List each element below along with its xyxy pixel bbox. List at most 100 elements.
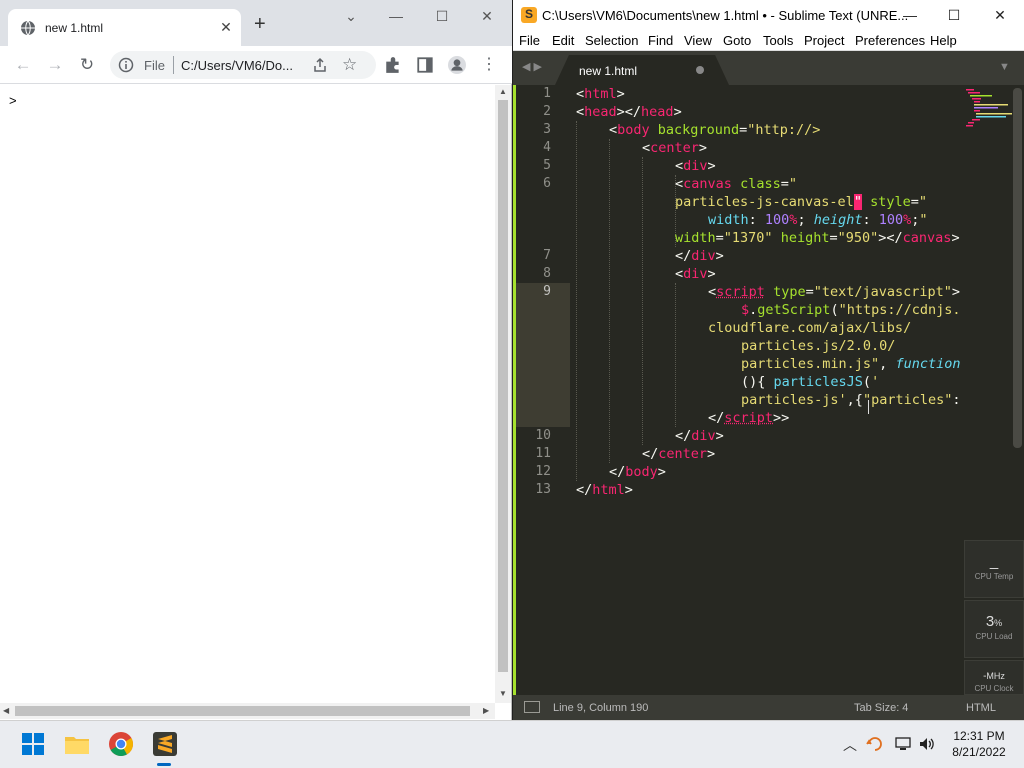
chrome-menu-icon[interactable]: ⋮ <box>479 55 499 75</box>
menu-selection[interactable]: Selection <box>585 33 638 48</box>
new-tab-icon[interactable]: + <box>254 14 266 34</box>
tab-size-selector[interactable]: Tab Size: 4 <box>854 702 908 714</box>
sublime-window-title: C:\Users\VM6\Documents\new 1.html • - Su… <box>542 8 909 23</box>
code-line[interactable]: width="1370" height="950"></canvas> <box>675 230 960 246</box>
windows-start-icon[interactable] <box>18 729 48 759</box>
tab-scroll-arrows-icon[interactable]: ◀▶ <box>522 60 545 73</box>
code-line[interactable]: <body background="http://> <box>609 122 820 138</box>
line-number: 2 <box>543 104 551 119</box>
scroll-left-icon[interactable]: ◀ <box>3 706 9 715</box>
code-line[interactable]: <html> <box>576 86 625 102</box>
line-number: 7 <box>543 248 551 263</box>
chrome-taskbar-icon[interactable] <box>106 729 136 759</box>
address-bar[interactable]: File C:/Users/VM6/Do... ☆ <box>110 51 376 79</box>
code-line[interactable]: particles-js',{"particles": <box>741 392 960 408</box>
menu-view[interactable]: View <box>684 33 712 48</box>
code-line[interactable]: </div> <box>675 248 724 264</box>
menu-project[interactable]: Project <box>804 33 844 48</box>
code-line[interactable]: cloudflare.com/ajax/libs/ <box>708 320 911 336</box>
menu-edit[interactable]: Edit <box>552 33 574 48</box>
code-line[interactable]: <head></head> <box>576 104 682 120</box>
indent-guide <box>642 157 643 445</box>
menu-find[interactable]: Find <box>648 33 673 48</box>
chrome-tab[interactable]: new 1.html ✕ <box>8 9 241 46</box>
code-editor[interactable]: 1 2 3 4 5 6 7 8 9 10 11 12 13 <html> <hea… <box>513 85 1024 695</box>
line-number: 12 <box>535 464 551 479</box>
syntax-selector[interactable]: HTML <box>966 702 996 714</box>
tab-search-icon[interactable]: ⌄ <box>336 7 366 27</box>
reload-icon[interactable]: ↻ <box>77 55 97 75</box>
editor-tab-bar: ◀▶ new 1.html ▼ <box>513 51 1024 85</box>
code-line[interactable]: <center> <box>642 140 707 156</box>
scroll-right-icon[interactable]: ▶ <box>483 706 489 715</box>
code-line[interactable]: </center> <box>642 446 715 462</box>
vertical-scroll-thumb[interactable] <box>498 100 508 672</box>
forward-icon[interactable]: → <box>45 55 65 75</box>
code-line[interactable]: particles.min.js", function <box>741 356 960 372</box>
horizontal-scrollbar[interactable]: ◀ ▶ <box>0 703 495 719</box>
scroll-up-icon[interactable]: ▲ <box>499 87 507 96</box>
code-line[interactable]: </body> <box>609 464 666 480</box>
clock-date: 8/21/2022 <box>952 745 1006 759</box>
cpu-temp-label: CPU Temp <box>974 572 1014 581</box>
url-text[interactable]: C:/Users/VM6/Do... <box>181 58 293 73</box>
code-line[interactable]: width: 100%; height: 100%;" <box>708 212 928 228</box>
volume-icon[interactable] <box>918 735 936 753</box>
code-line[interactable]: particles.js/2.0.0/ <box>741 338 895 354</box>
code-line[interactable]: (){ particlesJS(' <box>741 374 879 390</box>
side-panel-icon[interactable] <box>416 56 434 74</box>
code-line[interactable]: </div> <box>675 428 724 444</box>
chrome-window: new 1.html ✕ + ⌄ — ☐ ✕ ← → ↻ File C:/Use… <box>0 0 512 720</box>
chrome-toolbar: ← → ↻ File C:/Users/VM6/Do... ☆ ⋮ <box>0 46 512 84</box>
editor-tab[interactable]: new 1.html <box>555 55 729 85</box>
code-line[interactable]: <script type="text/javascript"> <box>708 284 960 300</box>
panel-toggle-icon[interactable] <box>524 701 540 713</box>
back-icon[interactable]: ← <box>13 55 33 75</box>
share-icon[interactable] <box>312 57 328 73</box>
extensions-icon[interactable] <box>384 56 402 74</box>
system-clock[interactable]: 12:31 PM 8/21/2022 <box>944 728 1014 760</box>
cpu-clock-label: CPU Clock <box>974 684 1014 693</box>
taskbar: ︿ 12:31 PM 8/21/2022 <box>0 720 1024 768</box>
update-icon[interactable] <box>866 735 884 753</box>
code-line[interactable]: <div> <box>675 158 716 174</box>
text-cursor-icon <box>868 400 874 414</box>
close-tab-icon[interactable]: ✕ <box>219 19 233 36</box>
horizontal-scroll-thumb[interactable] <box>15 706 470 716</box>
close-window-icon[interactable]: ✕ <box>988 5 1012 25</box>
close-window-icon[interactable]: ✕ <box>472 7 502 27</box>
scroll-down-icon[interactable]: ▼ <box>499 689 507 698</box>
editor-scrollbar[interactable] <box>1013 88 1022 448</box>
editor-tab-name: new 1.html <box>579 64 638 78</box>
tab-dropdown-icon[interactable]: ▼ <box>999 61 1010 73</box>
file-explorer-icon[interactable] <box>62 729 92 759</box>
globe-icon <box>21 20 35 36</box>
code-line[interactable]: </script>> <box>708 410 789 426</box>
minimize-icon[interactable]: — <box>381 7 411 27</box>
menu-goto[interactable]: Goto <box>723 33 751 48</box>
code-line[interactable]: </html> <box>576 482 633 498</box>
menu-preferences[interactable]: Preferences <box>855 33 925 48</box>
code-line[interactable]: <canvas class=" <box>675 176 797 192</box>
code-line[interactable]: <div> <box>675 266 716 282</box>
vertical-scrollbar[interactable]: ▲ ▼ <box>495 85 511 703</box>
code-line[interactable]: $.getScript("https://cdnjs. <box>741 302 961 318</box>
unsaved-dot-icon[interactable] <box>696 66 704 74</box>
maximize-icon[interactable]: ☐ <box>427 7 457 27</box>
menu-file[interactable]: File <box>519 33 540 48</box>
sublime-taskbar-icon[interactable] <box>150 729 180 759</box>
bookmark-star-icon[interactable]: ☆ <box>342 55 357 75</box>
tray-chevron-up-icon[interactable]: ︿ <box>843 735 861 753</box>
menu-tools[interactable]: Tools <box>763 33 793 48</box>
minimize-icon[interactable]: — <box>898 5 922 25</box>
network-icon[interactable] <box>894 735 912 753</box>
maximize-icon[interactable]: ☐ <box>942 5 966 25</box>
page-text: > <box>9 93 17 108</box>
line-number: 8 <box>543 266 551 281</box>
code-line[interactable]: particles-js-canvas-el" style=" <box>675 194 927 210</box>
minimap[interactable] <box>964 87 1014 132</box>
info-icon[interactable] <box>118 57 134 73</box>
menu-help[interactable]: Help <box>930 33 957 48</box>
profile-avatar-icon[interactable] <box>448 56 466 74</box>
line-number: 5 <box>543 158 551 173</box>
